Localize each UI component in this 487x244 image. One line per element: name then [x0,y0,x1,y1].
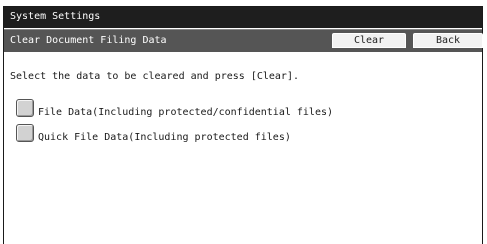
back-button[interactable]: Back [413,33,483,48]
section-header: Clear Document Filing Data Clear Back [4,29,483,52]
quick-file-data-checkbox[interactable] [16,124,34,142]
quick-file-data-label: Quick File Data(Including protected file… [38,132,291,143]
settings-window: System Settings Clear Document Filing Da… [3,6,483,244]
window-title: System Settings [10,11,101,22]
file-data-checkbox[interactable] [16,99,34,117]
instruction-text: Select the data to be cleared and press … [10,71,299,82]
section-title: Clear Document Filing Data [10,35,167,46]
clear-button[interactable]: Clear [332,33,406,48]
file-data-label: File Data(Including protected/confidenti… [38,107,334,118]
title-bar: System Settings [4,7,482,28]
